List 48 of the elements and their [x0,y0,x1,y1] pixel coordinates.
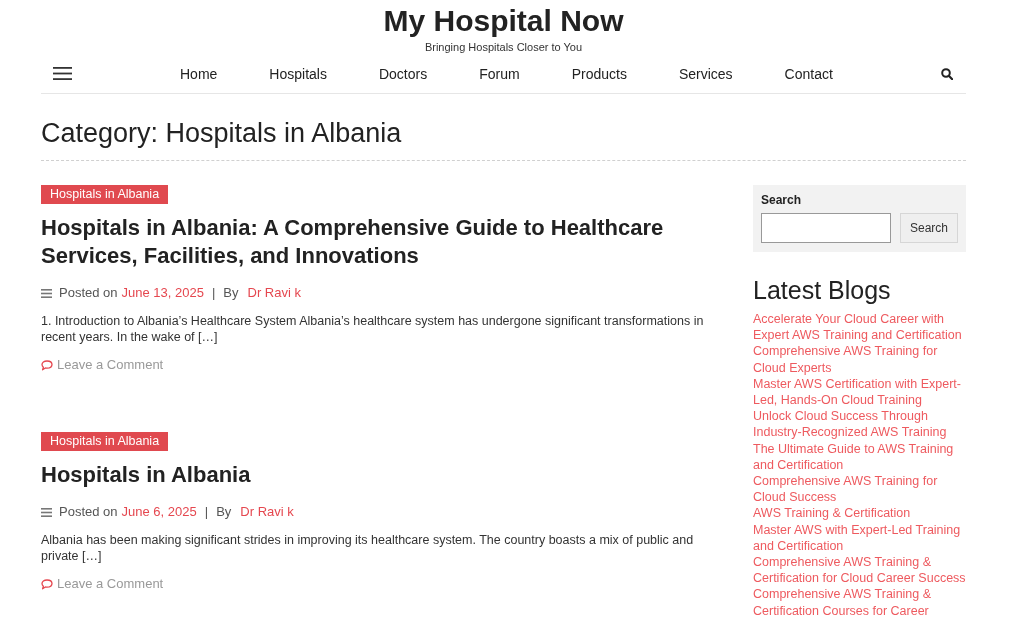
post-date-link[interactable]: June 13, 2025 [121,284,204,302]
search-button[interactable]: Search [900,213,958,243]
post-excerpt: 1. Introduction to Albania’s Healthcare System Albania’s healthcare system has undergone significant transformations in recent years. In the wake of […] [41,313,705,345]
blog-link[interactable]: Comprehensive AWS Training & Certification Courses for Career [753,586,966,619]
posted-on-label: Posted on [59,503,118,521]
nav-link[interactable]: Contact [784,64,833,83]
category-tag[interactable]: Hospitals in Albania [41,432,169,451]
search-input[interactable] [761,213,891,243]
post-excerpt: Albania has been making significant strides in improving its healthcare system. The country boasts a mix of public and private […] [41,532,695,564]
post-date-link[interactable]: June 6, 2025 [121,503,197,521]
by-label: By [223,284,239,302]
nav-link[interactable]: Products [571,64,627,83]
list-icon [41,288,52,298]
blog-link[interactable]: The Ultimate Guide to AWS Training and Certification [753,440,966,474]
posted-on-label: Posted on [59,284,118,302]
meta-separator: | [211,284,216,302]
list-icon [41,507,52,517]
meta-separator: | [204,503,209,521]
nav-link[interactable]: Services [678,64,733,83]
comment-icon [41,359,53,371]
blog-link[interactable]: Accelerate Your Cloud Career with Expert AWS Training and Certification [753,311,966,344]
blog-link[interactable]: Master AWS Certification with Expert-Led, Hands-On Cloud Training [753,375,966,409]
blog-link[interactable]: Comprehensive AWS Training for Cloud Experts [753,343,966,376]
blog-link[interactable]: Comprehensive AWS Training for Cloud Success [753,473,966,506]
nav-link[interactable]: Doctors [378,64,428,83]
comment-icon [41,578,53,590]
site-tagline: Bringing Hospitals Closer to You [424,40,583,54]
search-label: Search [761,192,803,208]
post-title[interactable]: Hospitals in Albania [41,461,251,489]
nav-link[interactable]: Hospitals [269,64,327,83]
by-label: By [216,503,232,521]
blog-link[interactable]: Comprehensive AWS Training & Certification for Cloud Career Success [753,554,966,587]
author-link[interactable]: Dr Ravi k [240,503,294,521]
search-icon[interactable] [941,67,953,80]
widget-title: Latest Blogs [753,275,892,305]
comment-link[interactable]: Leave a Comment [41,575,164,593]
nav-link[interactable]: Home [180,64,218,83]
site-title[interactable]: My Hospital Now [383,4,624,38]
comment-link[interactable]: Leave a Comment [41,356,164,374]
menu-icon[interactable] [53,67,72,80]
author-link[interactable]: Dr Ravi k [247,284,301,302]
nav-link[interactable]: Forum [479,64,520,83]
page-heading: Category: Hospitals in Albania [41,117,966,161]
blog-link[interactable]: AWS Training & Certification [753,505,911,522]
blog-link[interactable]: Master AWS with Expert-Led Training and Certification [753,521,966,555]
blog-link[interactable]: Unlock Cloud Success Through Industry-Recognized AWS Training [753,408,966,441]
category-tag[interactable]: Hospitals in Albania [41,185,169,204]
post-title[interactable]: Hospitals in Albania: A Comprehensive Guide to Healthcare Services, Facilities, and Innovations [41,214,725,270]
